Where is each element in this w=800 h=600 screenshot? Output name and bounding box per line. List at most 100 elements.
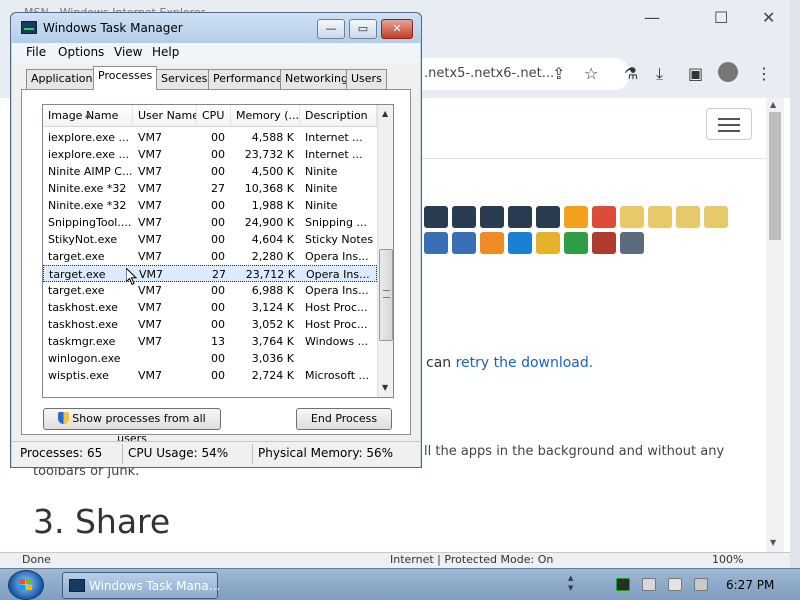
app-icon[interactable] bbox=[648, 206, 672, 228]
table-row[interactable]: taskhost.exe VM7 00 3,052 K Host Proc... bbox=[43, 316, 377, 333]
windows-logo-icon bbox=[19, 579, 33, 591]
retry-download-link[interactable]: retry the download. bbox=[456, 355, 594, 371]
taskbar-item-task-manager[interactable]: Windows Task Mana... bbox=[62, 572, 220, 599]
table-row[interactable]: taskhost.exe VM7 00 3,124 K Host Proc... bbox=[43, 299, 377, 316]
table-row[interactable]: target.exe VM7 27 23,712 K Opera Ins... bbox=[43, 265, 377, 282]
close-button[interactable]: ✕ bbox=[381, 19, 413, 39]
table-row[interactable]: winlogon.exe 00 3,036 K bbox=[43, 350, 377, 367]
tray-flag-icon[interactable] bbox=[642, 578, 656, 591]
security-zone: Internet | Protected Mode: On bbox=[390, 553, 554, 566]
cell-cpu: 00 bbox=[211, 148, 225, 161]
download-icon[interactable]: ⤓ bbox=[656, 64, 663, 84]
menu-view[interactable]: View bbox=[114, 45, 142, 59]
table-row[interactable]: StikyNot.exe VM7 00 4,604 K Sticky Notes bbox=[43, 231, 377, 248]
app-icon[interactable] bbox=[452, 232, 476, 254]
table-row[interactable]: iexplore.exe ... VM7 00 23,732 K Internet ..… bbox=[43, 146, 377, 163]
app-icon[interactable] bbox=[536, 232, 560, 254]
minimize-icon[interactable]: — bbox=[644, 8, 660, 27]
uac-shield-icon bbox=[58, 412, 70, 424]
table-row[interactable]: Ninite AIMP C... VM7 00 4,500 K Ninite bbox=[43, 163, 377, 180]
hamburger-menu-button[interactable] bbox=[706, 108, 752, 140]
scroll-down-arrow-icon[interactable]: ▼ bbox=[382, 383, 388, 392]
app-icon[interactable] bbox=[592, 232, 616, 254]
table-row[interactable]: taskmgr.exe VM7 13 3,764 K Windows ... bbox=[43, 333, 377, 350]
maximize-button[interactable]: ▭ bbox=[349, 19, 377, 39]
sidebar-icon[interactable]: ▣ bbox=[688, 64, 703, 83]
physical-memory: Physical Memory: 56% bbox=[258, 446, 394, 460]
app-icon[interactable] bbox=[480, 232, 504, 254]
app-icon[interactable] bbox=[564, 232, 588, 254]
more-menu-icon[interactable]: ⋮ bbox=[756, 64, 772, 83]
tab-users[interactable]: Users bbox=[346, 69, 387, 89]
cell-memory: 10,368 K bbox=[244, 182, 294, 195]
profile-avatar[interactable] bbox=[718, 62, 738, 82]
column-cpu[interactable]: CPU bbox=[197, 105, 231, 127]
table-row[interactable]: target.exe VM7 00 2,280 K Opera Ins... bbox=[43, 248, 377, 265]
share-heading: 3. Share bbox=[33, 502, 171, 541]
extension-icon[interactable]: ⚗ bbox=[624, 64, 638, 83]
column-memory[interactable]: Memory (... bbox=[231, 105, 300, 127]
menu-options[interactable]: Options bbox=[58, 45, 104, 59]
maximize-icon[interactable]: ☐ bbox=[714, 8, 728, 27]
process-list-scrollbar[interactable]: ▲ ▼ bbox=[377, 105, 393, 397]
column-description[interactable]: Description bbox=[300, 105, 377, 127]
scroll-up-icon[interactable]: ▲ bbox=[770, 100, 776, 109]
tray-network-icon[interactable] bbox=[668, 578, 682, 591]
cell-cpu: 00 bbox=[211, 284, 225, 297]
cell-cpu: 00 bbox=[211, 318, 225, 331]
menu-file[interactable]: File bbox=[26, 45, 46, 59]
title-bar[interactable]: Windows Task Manager — ▭ ✕ bbox=[11, 13, 421, 43]
table-row[interactable]: iexplore.exe ... VM7 00 4,588 K Internet ... bbox=[43, 129, 377, 146]
app-icon[interactable] bbox=[480, 206, 504, 228]
cell-cpu: 00 bbox=[211, 165, 225, 178]
taskbar-scroll-icon[interactable]: ▲ ▼ bbox=[568, 573, 573, 593]
cell-name: taskmgr.exe bbox=[48, 335, 116, 348]
page-scrollbar-thumb[interactable] bbox=[769, 112, 781, 240]
app-icon[interactable] bbox=[508, 232, 532, 254]
zoom-level[interactable]: 100% bbox=[712, 553, 743, 566]
app-icon[interactable] bbox=[424, 232, 448, 254]
tab-services[interactable]: Services bbox=[156, 69, 213, 89]
column-user-name[interactable]: User Name bbox=[133, 105, 197, 127]
start-button[interactable] bbox=[8, 570, 44, 600]
app-icon[interactable] bbox=[676, 206, 700, 228]
scrollbar-thumb[interactable] bbox=[379, 249, 393, 341]
app-icon[interactable] bbox=[592, 206, 616, 228]
clock[interactable]: 6:27 PM bbox=[726, 578, 774, 592]
process-list[interactable]: ▲ Image Name User Name CPU Memory (... De… bbox=[42, 104, 394, 398]
app-icon[interactable] bbox=[508, 206, 532, 228]
close-icon[interactable]: ✕ bbox=[762, 8, 775, 27]
cell-user: VM7 bbox=[138, 216, 163, 229]
app-icon[interactable] bbox=[620, 232, 644, 254]
table-row[interactable]: SnippingTool.... VM7 00 24,900 K Snipping ..… bbox=[43, 214, 377, 231]
tray-volume-icon[interactable] bbox=[694, 578, 708, 591]
column-image-name[interactable]: ▲ Image Name bbox=[43, 105, 133, 127]
end-process-button[interactable]: End Process bbox=[296, 408, 392, 430]
app-icon[interactable] bbox=[424, 206, 448, 228]
app-icon[interactable] bbox=[620, 206, 644, 228]
show-all-processes-button[interactable]: Show processes from all users bbox=[43, 408, 221, 445]
minimize-button[interactable]: — bbox=[317, 19, 345, 39]
table-row[interactable]: Ninite.exe *32 VM7 00 1,988 K Ninite bbox=[43, 197, 377, 214]
tab-networking[interactable]: Networking bbox=[280, 69, 353, 89]
menu-help[interactable]: Help bbox=[152, 45, 179, 59]
table-row[interactable]: target.exe VM7 00 6,988 K Opera Ins... bbox=[43, 282, 377, 299]
cell-name: taskhost.exe bbox=[48, 318, 118, 331]
scroll-down-icon[interactable]: ▼ bbox=[770, 538, 776, 547]
address-text[interactable]: .netx5-.netx6-.net... bbox=[424, 66, 554, 81]
app-icon[interactable] bbox=[564, 206, 588, 228]
app-icon[interactable] bbox=[452, 206, 476, 228]
cell-description: Ninite bbox=[305, 199, 338, 212]
cell-description: Snipping ... bbox=[305, 216, 367, 229]
tab-processes[interactable]: Processes bbox=[93, 66, 158, 90]
tray-monitor-icon[interactable] bbox=[616, 578, 630, 591]
share-icon[interactable]: ⇪ bbox=[552, 64, 565, 83]
tab-performance[interactable]: Performance bbox=[208, 69, 288, 89]
app-icon[interactable] bbox=[704, 206, 728, 228]
table-row[interactable]: Ninite.exe *32 VM7 27 10,368 K Ninite bbox=[43, 180, 377, 197]
star-icon[interactable]: ☆ bbox=[584, 64, 598, 83]
app-icon[interactable] bbox=[536, 206, 560, 228]
table-row[interactable]: wisptis.exe VM7 00 2,724 K Microsoft ... bbox=[43, 367, 377, 384]
scroll-up-arrow-icon[interactable]: ▲ bbox=[382, 109, 388, 118]
tab-applications[interactable]: Applications bbox=[26, 69, 104, 89]
